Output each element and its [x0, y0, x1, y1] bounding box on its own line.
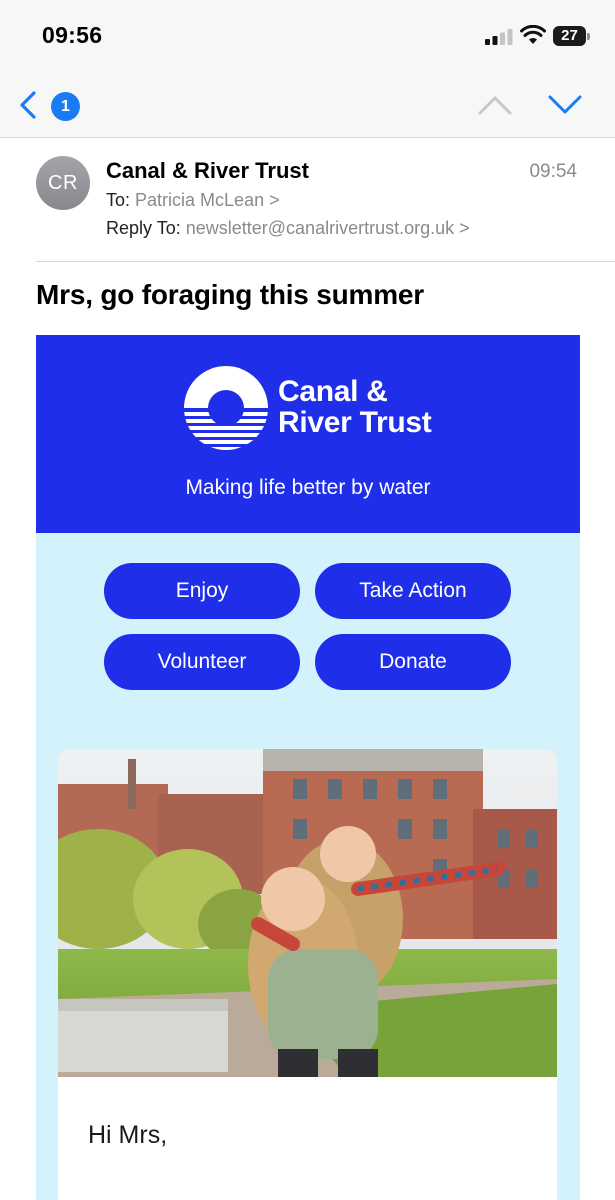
- hero-banner: Canal & River Trust Making life better b…: [36, 335, 580, 533]
- canal-river-trust-logo-icon: [183, 366, 269, 450]
- battery-icon: 27: [553, 26, 591, 46]
- hero-tagline: Making life better by water: [185, 476, 431, 499]
- unread-count-badge[interactable]: 1: [51, 92, 80, 121]
- reply-to-address[interactable]: newsletter@canalrivertrust.org.uk: [186, 218, 454, 238]
- enjoy-button[interactable]: Enjoy: [104, 563, 300, 619]
- logo-text-line2: River Trust: [278, 406, 432, 439]
- to-chevron-icon: >: [269, 190, 280, 210]
- sender-avatar[interactable]: CR: [36, 156, 90, 210]
- volunteer-button[interactable]: Volunteer: [104, 634, 300, 690]
- battery-tip: [587, 33, 590, 40]
- take-action-button[interactable]: Take Action: [315, 563, 511, 619]
- chevron-down-icon[interactable]: [547, 94, 583, 116]
- reply-to-label: Reply To:: [106, 218, 181, 238]
- cellular-signal-icon: [485, 29, 513, 45]
- to-label: To:: [106, 190, 131, 210]
- chevron-up-icon[interactable]: [477, 94, 513, 116]
- logo-text-line1: Canal &: [278, 375, 388, 408]
- email-subject: Mrs, go foraging this summer: [36, 279, 424, 310]
- reply-chevron-icon: >: [459, 218, 470, 238]
- content-card: Hi Mrs,: [58, 749, 557, 1200]
- children-by-canal-photo[interactable]: [58, 749, 557, 1077]
- to-recipient[interactable]: Patricia McLean: [135, 190, 264, 210]
- mail-nav-bar: 1: [0, 72, 615, 138]
- donate-button[interactable]: Donate: [315, 634, 511, 690]
- to-line[interactable]: To: Patricia McLean >: [106, 190, 280, 211]
- reply-to-line[interactable]: Reply To: newsletter@canalrivertrust.org…: [106, 218, 470, 239]
- greeting-text: Hi Mrs,: [88, 1121, 168, 1149]
- status-bar: 09:56 27: [0, 0, 615, 72]
- email-time: 09:54: [529, 161, 577, 182]
- sender-name[interactable]: Canal & River Trust: [106, 158, 309, 184]
- header-divider: [36, 261, 615, 262]
- wifi-icon: [520, 25, 546, 44]
- back-chevron-icon[interactable]: [17, 90, 39, 120]
- battery-level: 27: [553, 26, 586, 46]
- email-body: Canal & River Trust Making life better b…: [36, 335, 580, 1200]
- status-time: 09:56: [42, 22, 103, 48]
